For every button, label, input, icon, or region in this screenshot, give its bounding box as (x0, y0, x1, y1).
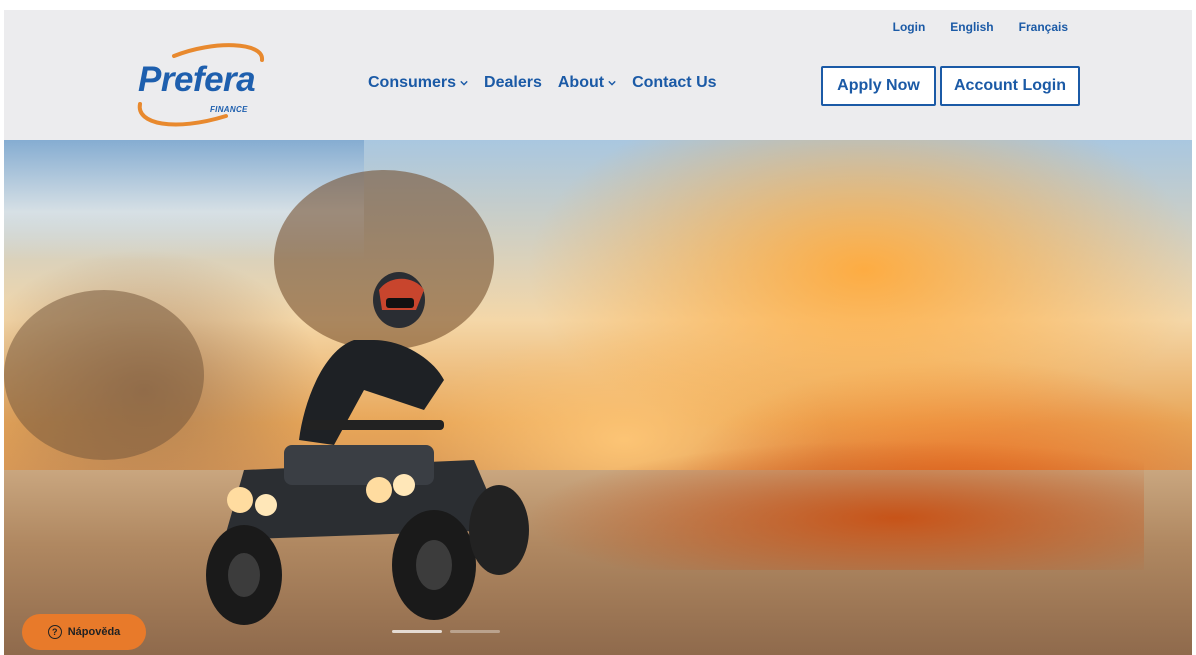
login-link[interactable]: Login (893, 20, 926, 34)
hero-slider-indicator[interactable] (392, 630, 442, 633)
nav-item-label: Contact Us (632, 74, 717, 91)
nav-item-label: About (557, 74, 605, 91)
page: Login English Français Prefera FINANCE C… (4, 10, 1192, 655)
help-button[interactable]: ? Nápověda (22, 614, 146, 650)
nav-item-contact-us[interactable]: Contact Us (632, 74, 716, 92)
atv-rider-illustration (206, 272, 529, 625)
site-header: Login English Français Prefera FINANCE C… (4, 10, 1192, 140)
main-nav: Consumers Dealers About Contact Us (368, 74, 717, 92)
hero-banner-image (4, 140, 1192, 655)
logo-subtext: FINANCE (210, 105, 248, 114)
prefera-finance-logo[interactable]: Prefera FINANCE (134, 42, 269, 130)
language-french-link[interactable]: Français (1019, 20, 1068, 34)
hero-slider-indicator[interactable] (450, 630, 500, 633)
hero-sand-spray (524, 440, 1144, 570)
hero-tree (4, 290, 204, 460)
nav-item-label: Dealers (484, 74, 542, 91)
help-button-label: Nápověda (67, 626, 121, 638)
question-circle-icon: ? (47, 625, 62, 639)
chevron-down-icon (460, 80, 468, 86)
nav-item-dealers[interactable]: Dealers (484, 74, 542, 92)
language-english-link[interactable]: English (950, 20, 993, 34)
nav-item-about[interactable]: About (558, 74, 616, 92)
chevron-down-icon (608, 80, 616, 86)
logo-wordmark: Prefera (138, 60, 256, 99)
utility-nav: Login English Français (893, 20, 1068, 34)
apply-now-button[interactable]: Apply Now (821, 66, 936, 106)
nav-item-label: Consumers (368, 74, 457, 91)
account-login-button[interactable]: Account Login (940, 66, 1080, 106)
nav-item-consumers[interactable]: Consumers (368, 74, 468, 92)
